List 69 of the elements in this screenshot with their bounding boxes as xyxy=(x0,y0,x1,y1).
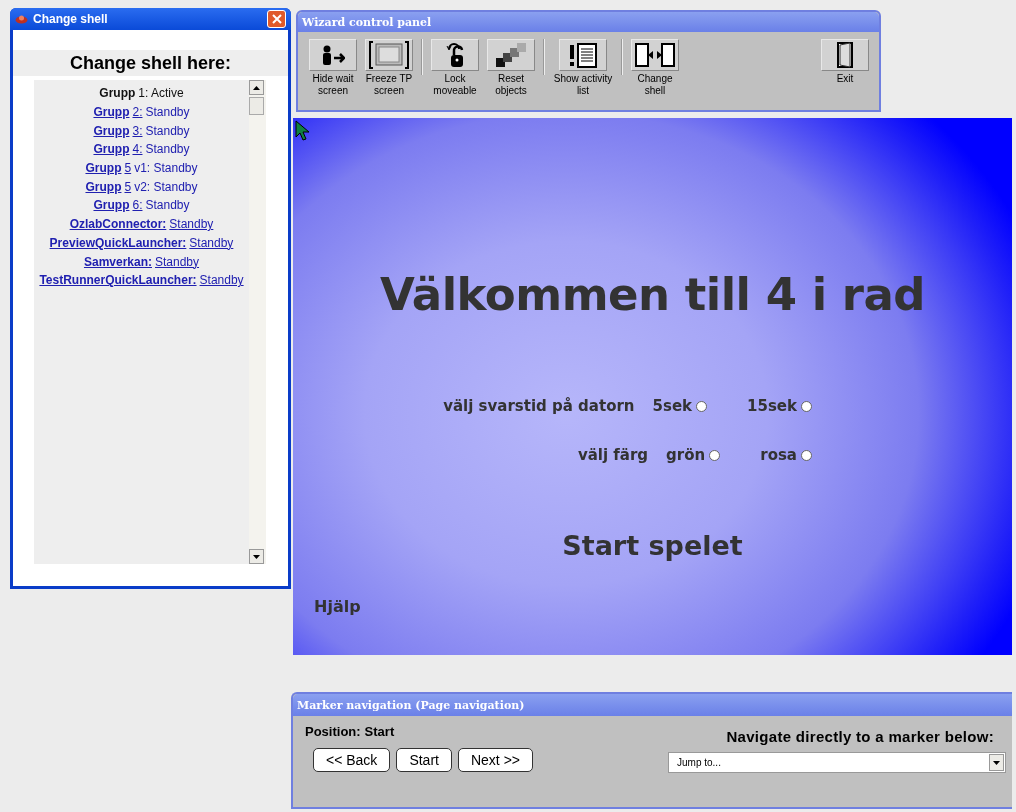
panel-heading: Change shell here: xyxy=(13,50,288,76)
option-label: rosa xyxy=(760,446,797,464)
shell-status: Grupp xyxy=(99,86,136,101)
stairs-icon xyxy=(495,42,527,68)
shell-link[interactable]: Standby xyxy=(155,254,200,269)
shell-link[interactable]: TestRunnerQuickLauncher: xyxy=(39,273,197,288)
close-icon xyxy=(271,14,282,24)
cursor-icon xyxy=(295,120,311,142)
shell-status: Standby xyxy=(145,123,190,138)
navigate-label: Navigate directly to a marker below: xyxy=(726,728,995,745)
shell-link[interactable]: Samverkan: xyxy=(83,254,152,269)
shell-link[interactable]: 2: xyxy=(132,105,143,120)
nav-button[interactable]: << Back xyxy=(313,748,391,772)
shell-link[interactable]: PreviewQuickLauncher: xyxy=(49,235,187,250)
radio-button[interactable] xyxy=(696,400,708,412)
panel-title: Marker navigation (Page navigation) xyxy=(293,694,1012,716)
list-icon xyxy=(569,42,597,68)
option-label: 15sek xyxy=(747,397,797,415)
option-label: grön xyxy=(666,446,706,464)
radio-button[interactable] xyxy=(801,400,812,412)
panel-title: Wizard control panel xyxy=(298,12,879,32)
shell-status: Standby xyxy=(145,142,190,157)
shell-link[interactable]: Standby xyxy=(189,235,234,250)
close-button[interactable] xyxy=(267,10,286,28)
shell-link[interactable]: Grupp xyxy=(93,105,130,120)
radio-button[interactable] xyxy=(801,449,812,461)
shell-link[interactable]: 3: xyxy=(132,123,143,138)
app-icon xyxy=(15,14,28,24)
start-game-link[interactable]: Start spelet xyxy=(562,530,743,561)
down-arrow-icon xyxy=(253,554,260,559)
option-label: välj färg xyxy=(577,446,649,464)
shell-link[interactable]: Grupp xyxy=(93,198,130,213)
shell-link[interactable]: OzlabConnector: xyxy=(69,217,167,232)
panels-arrows-icon xyxy=(635,43,675,67)
shell-status: v2: Standby xyxy=(134,179,198,194)
shell-status: Standby xyxy=(145,198,190,213)
toolbar-button[interactable]: Show activity list xyxy=(551,39,615,97)
help-link[interactable]: Hjälp xyxy=(314,597,361,616)
radio-button[interactable] xyxy=(709,449,721,461)
caret-icon xyxy=(993,760,1000,765)
position-label: Position: xyxy=(305,724,361,739)
shell-link[interactable]: Standby xyxy=(199,273,244,288)
marker-dropdown[interactable]: Jump to... xyxy=(668,752,1006,773)
shell-link[interactable]: 6: xyxy=(132,198,143,213)
scrollbar-thumb[interactable] xyxy=(249,97,264,115)
option-label: välj svarstid på datorn xyxy=(443,397,635,415)
shell-link[interactable]: 5 xyxy=(124,161,132,176)
shell-link[interactable]: Standby xyxy=(169,217,214,232)
door-icon xyxy=(837,42,853,68)
person-arrow-icon xyxy=(321,44,345,66)
shell-status: Standby xyxy=(145,105,190,120)
shell-link[interactable]: 5 xyxy=(124,179,132,194)
up-arrow-icon xyxy=(253,85,260,90)
padlock-icon xyxy=(446,42,464,68)
shell-link[interactable]: Grupp xyxy=(85,161,122,176)
shell-link[interactable]: Grupp xyxy=(93,123,130,138)
monitor-icon xyxy=(369,41,409,69)
nav-button[interactable]: Start xyxy=(396,748,452,772)
welcome-title: Välkommen till 4 i rad xyxy=(378,268,927,321)
shell-status: 1: Active xyxy=(138,86,184,101)
option-label: 5sek xyxy=(652,397,693,415)
position-value: Start xyxy=(364,724,395,739)
shell-status: v1: Standby xyxy=(134,161,198,176)
shell-link[interactable]: Grupp xyxy=(85,179,122,194)
scrollbar[interactable] xyxy=(249,80,266,564)
shell-link[interactable]: 4: xyxy=(132,142,143,157)
nav-button[interactable]: Next >> xyxy=(457,748,533,772)
shell-link[interactable]: Grupp xyxy=(93,142,130,157)
window-title: Change shell xyxy=(33,12,109,26)
